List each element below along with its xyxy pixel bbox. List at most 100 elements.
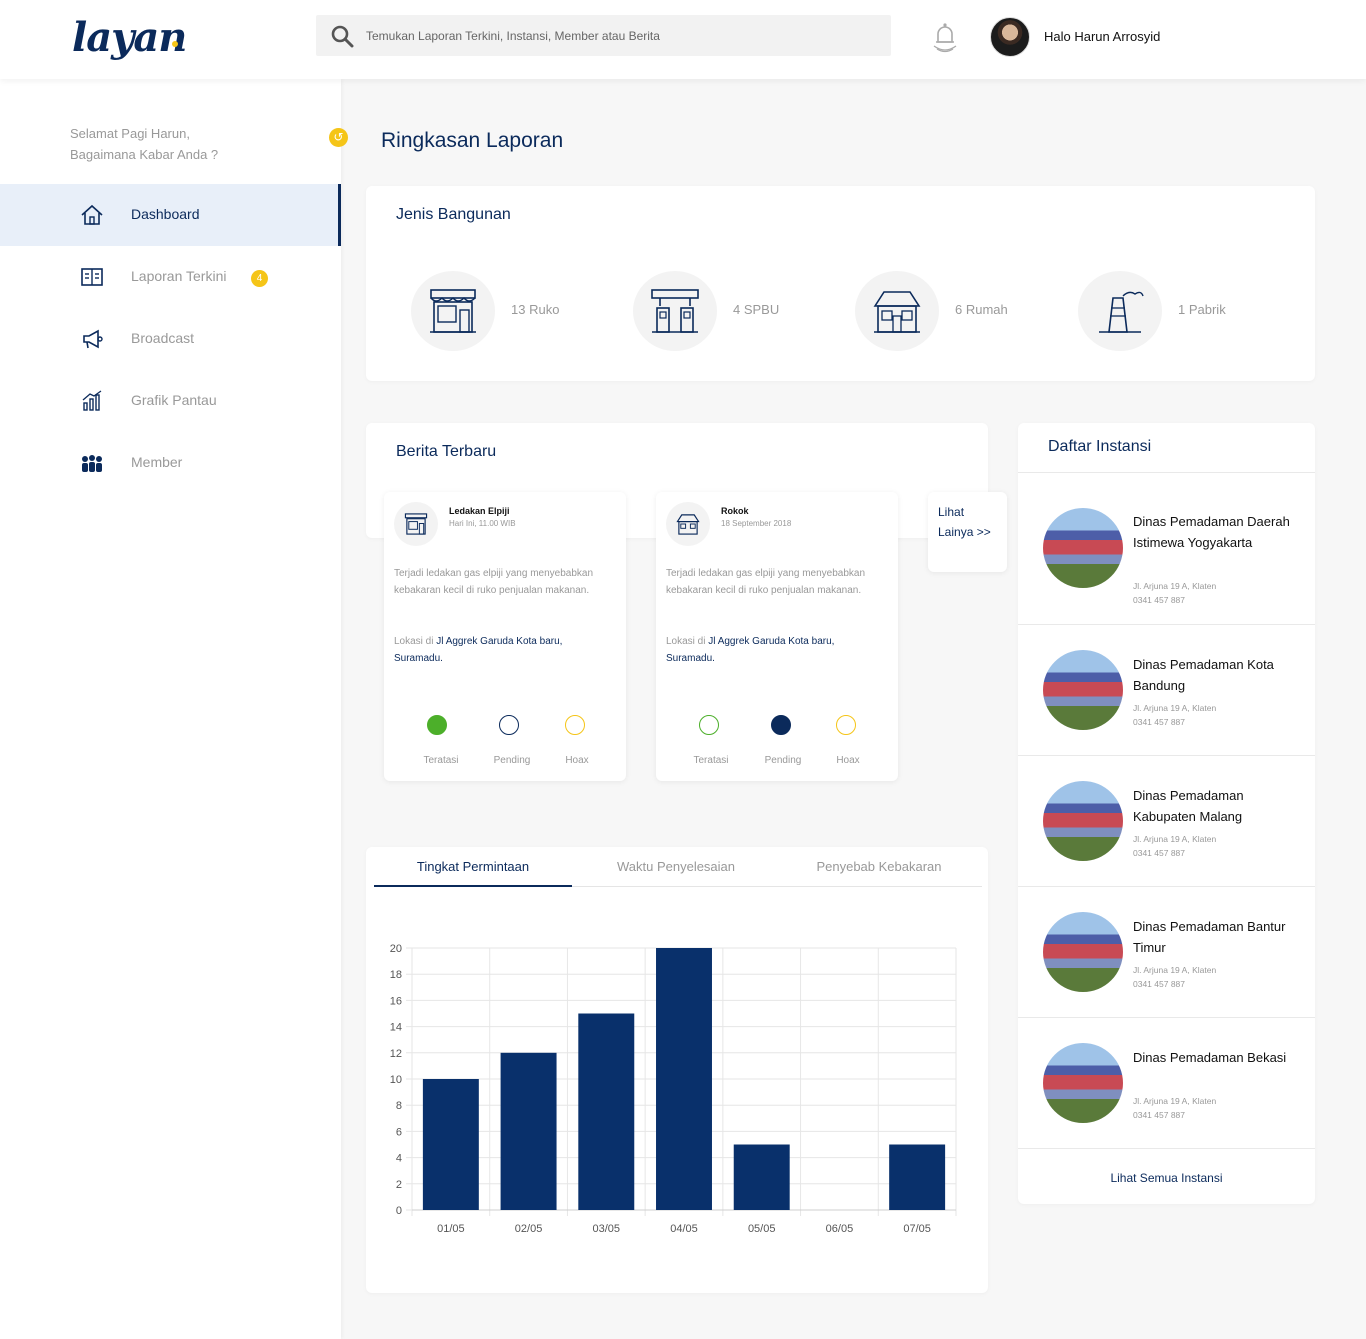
status-radio-teratasi[interactable] — [427, 715, 447, 735]
home-icon — [81, 204, 103, 225]
instansi-list-item[interactable]: Dinas Pemadaman Kota Bandung Jl. Arjuna … — [1018, 624, 1315, 755]
avatar[interactable] — [990, 17, 1030, 57]
jenis-bangunan-card: Jenis Bangunan 13 Ruko 4 SPBU 6 Rumah 1 … — [366, 186, 1315, 381]
x-tick-label: 06/05 — [826, 1223, 854, 1235]
daftar-instansi-card: Daftar Instansi Dinas Pemadaman Daerah I… — [1018, 423, 1315, 1204]
news-icon-circle — [666, 502, 710, 546]
instansi-photo — [1043, 781, 1123, 861]
instansi-address: Jl. Arjuna 19 A, Klaten 0341 457 887 — [1133, 579, 1308, 607]
factory-icon — [1099, 291, 1144, 333]
instansi-list-item[interactable]: Dinas Pemadaman Bekasi Jl. Arjuna 19 A, … — [1018, 1017, 1315, 1148]
bar — [733, 1144, 790, 1210]
news-location: Lokasi di Jl Aggrek Garuda Kota baru, Su… — [394, 633, 609, 667]
sidebar-item-grafik-pantau[interactable]: Grafik Pantau — [0, 370, 341, 432]
notification-bell-icon[interactable] — [930, 20, 960, 54]
news-card[interactable]: Rokok 18 September 2018 Terjadi ledakan … — [656, 492, 898, 781]
instansi-photo — [1043, 508, 1123, 588]
instansi-phone: 0341 457 887 — [1133, 717, 1185, 727]
building-spbu[interactable]: 4 SPBU — [633, 271, 853, 351]
report-icon — [81, 268, 103, 286]
user-greeting[interactable]: Halo Harun Arrosyid — [1044, 29, 1160, 44]
y-tick-label: 8 — [396, 1100, 402, 1112]
card-title: Daftar Instansi — [1048, 438, 1152, 455]
instansi-photo — [1043, 912, 1123, 992]
instansi-photo — [1043, 650, 1123, 730]
y-tick-label: 16 — [390, 995, 402, 1007]
house-icon — [873, 291, 921, 333]
bar — [656, 948, 712, 1210]
search-input[interactable] — [366, 15, 876, 56]
sidebar-item-dashboard[interactable]: Dashboard — [0, 184, 341, 246]
y-tick-label: 6 — [396, 1126, 402, 1138]
instansi-street: Jl. Arjuna 19 A, Klaten — [1133, 703, 1217, 713]
news-icon-circle — [394, 502, 438, 546]
status-radio-hoax[interactable] — [836, 715, 856, 735]
collapse-sidebar-icon[interactable]: ↺ — [329, 128, 348, 147]
sidebar-item-label: Member — [131, 454, 183, 470]
instansi-list-item[interactable]: Dinas Pemadaman Kabupaten Malang Jl. Arj… — [1018, 755, 1315, 886]
building-pabrik[interactable]: 1 Pabrik — [1078, 271, 1298, 351]
y-tick-label: 12 — [390, 1048, 402, 1060]
welcome-message: Selamat Pagi Harun, Bagaimana Kabar Anda… — [70, 123, 310, 165]
building-label: 13 Ruko — [511, 302, 560, 317]
instansi-address: Jl. Arjuna 19 A, Klaten 0341 457 887 — [1133, 963, 1308, 991]
status-label: Pending — [764, 755, 802, 766]
status-label: Hoax — [565, 755, 589, 766]
instansi-name: Dinas Pemadaman Kota Bandung — [1133, 657, 1274, 693]
news-description: Terjadi ledakan gas elpiji yang menyebab… — [394, 568, 594, 596]
news-card[interactable]: Ledakan Elpiji Hari Ini, 11.00 WIB Terja… — [384, 492, 626, 781]
notification-badge: 4 — [251, 270, 268, 287]
bar — [422, 1079, 479, 1210]
status-radio-hoax[interactable] — [565, 715, 585, 735]
status-radio-teratasi[interactable] — [699, 715, 719, 735]
sidebar-item-label: Broadcast — [131, 330, 195, 346]
instansi-phone: 0341 457 887 — [1133, 595, 1185, 605]
bar — [889, 1144, 946, 1210]
instansi-list-item[interactable]: Dinas Pemadaman Bantur Timur Jl. Arjuna … — [1018, 886, 1315, 1017]
news-title: Ledakan Elpiji — [449, 506, 510, 516]
shop-icon — [404, 513, 428, 535]
building-label: 6 Rumah — [955, 302, 1008, 317]
instansi-phone: 0341 457 887 — [1133, 1110, 1185, 1120]
sidebar-item-laporan-terkini[interactable]: Laporan Terkini 4 — [0, 246, 341, 308]
page-title: Ringkasan Laporan — [381, 129, 564, 152]
logo-dot — [172, 41, 178, 47]
card-title: Jenis Bangunan — [396, 206, 511, 223]
y-tick-label: 0 — [396, 1205, 402, 1217]
instansi-street: Jl. Arjuna 19 A, Klaten — [1133, 581, 1217, 591]
instansi-phone: 0341 457 887 — [1133, 848, 1185, 858]
y-tick-label: 2 — [396, 1179, 402, 1191]
search-bar — [316, 15, 891, 56]
x-tick-label: 02/05 — [515, 1223, 543, 1235]
x-tick-label: 01/05 — [437, 1223, 465, 1235]
x-tick-label: 03/05 — [593, 1223, 621, 1235]
status-label: Hoax — [836, 755, 860, 766]
y-tick-label: 4 — [396, 1153, 402, 1165]
instansi-list-item[interactable]: Dinas Pemadaman Daerah Istimewa Yogyakar… — [1018, 472, 1315, 624]
x-tick-label: 07/05 — [903, 1223, 931, 1235]
sidebar-item-member[interactable]: Member — [0, 432, 341, 494]
search-icon[interactable] — [330, 24, 354, 48]
status-label: Pending — [493, 755, 531, 766]
y-tick-label: 18 — [390, 969, 402, 981]
building-ruko[interactable]: 13 Ruko — [411, 271, 631, 351]
instansi-street: Jl. Arjuna 19 A, Klaten — [1133, 1096, 1217, 1106]
logo[interactable]: layan — [72, 14, 187, 61]
building-rumah[interactable]: 6 Rumah — [855, 271, 1075, 351]
news-description: Terjadi ledakan gas elpiji yang menyebab… — [666, 568, 866, 596]
see-more-news-link[interactable]: Lihat Lainya >> — [928, 492, 1007, 572]
news-title: Rokok — [721, 506, 749, 516]
instansi-address: Jl. Arjuna 19 A, Klaten 0341 457 887 — [1133, 1094, 1308, 1122]
sidebar-item-label: Laporan Terkini — [131, 268, 227, 284]
top-header: layan Halo Harun Arrosyid — [0, 0, 1366, 79]
status-label: Teratasi — [693, 755, 729, 766]
sidebar: Selamat Pagi Harun, Bagaimana Kabar Anda… — [0, 79, 348, 1339]
building-icon-circle — [1078, 271, 1162, 351]
status-radio-pending[interactable] — [771, 715, 791, 735]
news-time: Hari Ini, 11.00 WIB — [449, 519, 516, 528]
y-tick-label: 10 — [390, 1074, 402, 1086]
sidebar-item-broadcast[interactable]: Broadcast — [0, 308, 341, 370]
see-all-instansi-link[interactable]: Lihat Semua Instansi — [1018, 1148, 1315, 1204]
status-radio-pending[interactable] — [499, 715, 519, 735]
building-icon-circle — [855, 271, 939, 351]
